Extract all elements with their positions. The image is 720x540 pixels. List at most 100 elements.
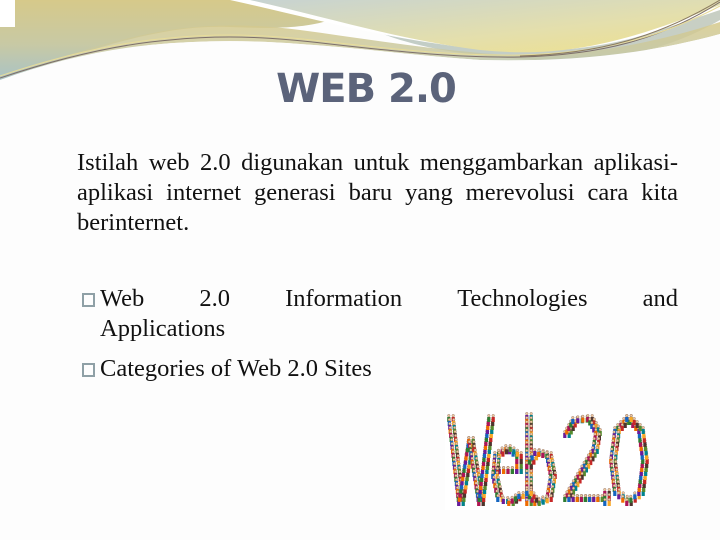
crowd-figure-head: [496, 475, 500, 479]
bullet-word: Web: [100, 285, 145, 312]
crowd-figure-head: [594, 428, 598, 432]
crowd-figure-head: [594, 421, 598, 425]
crowd-figure-body: [623, 423, 627, 428]
crowd-figure-body: [607, 501, 611, 506]
crowd-figure-head: [494, 484, 498, 488]
crowd-figure-head: [603, 498, 607, 502]
crowd-figure-head: [616, 480, 620, 484]
crowd-figure-body: [506, 469, 510, 474]
crowd-figure-body: [632, 420, 636, 425]
crowd-figure-head: [476, 465, 480, 468]
crowd-figure-head: [612, 434, 616, 438]
crowd-figure-body: [642, 433, 646, 439]
crowd-figure-body: [617, 494, 621, 500]
crowd-figure-head: [615, 472, 619, 476]
crowd-figure-head: [574, 475, 578, 479]
crowd-figure-head: [620, 423, 624, 427]
crowd-figure-head: [547, 463, 551, 467]
crowd-figure-body: [501, 451, 505, 457]
bullet-word: and: [642, 285, 678, 312]
crowd-figure-head: [632, 417, 636, 421]
crowd-figure-head: [614, 460, 618, 464]
crowd-figure-head: [635, 420, 639, 424]
crowd-figure-head: [617, 484, 621, 488]
crowd-figure-body: [603, 501, 607, 506]
crowd-figure-body: [640, 454, 644, 460]
crowd-figure-body: [519, 469, 523, 474]
crowd-figure-head: [610, 447, 614, 451]
crowd-figure-head: [477, 469, 480, 473]
crowd-figure-head: [565, 490, 569, 494]
crowd-figure-head: [616, 476, 620, 480]
crowd-figure-head: [551, 484, 555, 488]
crowd-figure-head: [456, 450, 459, 454]
crowd-figure-head: [448, 426, 452, 430]
crowd-figure-body: [517, 494, 521, 499]
crowd-figure-head: [525, 477, 529, 481]
crowd-figure-head: [537, 498, 541, 502]
crowd-figure-head: [587, 460, 591, 464]
bullet-item-web20-technologies: Web 2.0 Information Technologies and App…: [82, 284, 678, 344]
crowd-figure-head: [529, 449, 533, 452]
crowd-figure-head: [552, 463, 556, 467]
crowd-figure-head: [593, 432, 597, 436]
crowd-figure-head: [589, 457, 593, 461]
crowd-figure-body: [613, 491, 617, 496]
crowd-figure-head: [616, 434, 620, 438]
crowd-figure-head: [497, 455, 501, 459]
crowd-figure-head: [609, 460, 613, 464]
crowd-figure-head: [525, 432, 529, 436]
crowd-figure-head: [529, 469, 533, 473]
crowd-figure-body: [525, 464, 529, 469]
crowd-figure-head: [537, 449, 541, 453]
crowd-figure-head: [546, 489, 550, 493]
crowd-figure-body: [638, 437, 642, 443]
crowd-figure-head: [521, 491, 525, 495]
crowd-figure-head: [621, 491, 625, 495]
crowd-figure-body: [620, 426, 624, 431]
crowd-figure-head: [525, 440, 529, 444]
crowd-figure-body: [491, 417, 495, 422]
crowd-figure-head: [612, 480, 616, 484]
crowd-figure-head: [576, 479, 580, 483]
crowd-figure-head: [529, 424, 533, 428]
crowd-figure-head: [457, 462, 461, 466]
crowd-figure-head: [617, 430, 621, 434]
crowd-figure-head: [607, 488, 611, 492]
crowd-figure-head: [547, 480, 551, 484]
crowd-figure-body: [510, 469, 514, 474]
crowd-figure-head: [596, 424, 600, 428]
crowd-figure-head: [525, 424, 529, 428]
crowd-figure-body: [567, 497, 571, 502]
crowd-figure-head: [491, 471, 495, 475]
crowd-figure-head: [529, 481, 533, 485]
crowd-figure-head: [529, 432, 533, 436]
crowd-figure-body: [571, 419, 575, 424]
corner-box-decoration: [0, 0, 15, 27]
crowd-figure-head: [612, 484, 616, 488]
crowd-figure-head: [496, 467, 500, 471]
crowd-figure-head: [574, 483, 578, 486]
crowd-figure-head: [590, 421, 594, 425]
crowd-figure-head: [533, 448, 537, 452]
crowd-figure-head: [492, 459, 496, 463]
crowd-figure-head: [452, 454, 456, 458]
crowd-lettering: [447, 412, 649, 506]
crowd-figure-head: [510, 495, 514, 499]
crowd-figure-head: [590, 414, 594, 418]
crowd-figure-body: [527, 459, 532, 465]
crowd-figure-head: [468, 440, 471, 444]
crowd-figure-head: [546, 484, 550, 488]
crowd-figure-body: [537, 452, 541, 457]
crowd-figure-head: [610, 464, 614, 468]
crowd-figure-head: [529, 477, 533, 481]
crowd-figure-head: [595, 446, 599, 450]
crowd-figure-head: [447, 418, 451, 422]
crowd-figure-head: [453, 430, 457, 434]
crowd-figure-head: [575, 494, 579, 498]
crowd-figure-head: [451, 414, 455, 418]
web20-crowd-image: [445, 410, 650, 510]
crowd-figure-body: [642, 437, 646, 443]
crowd-figure-head: [512, 446, 516, 450]
crowd-figure-head: [614, 464, 618, 468]
